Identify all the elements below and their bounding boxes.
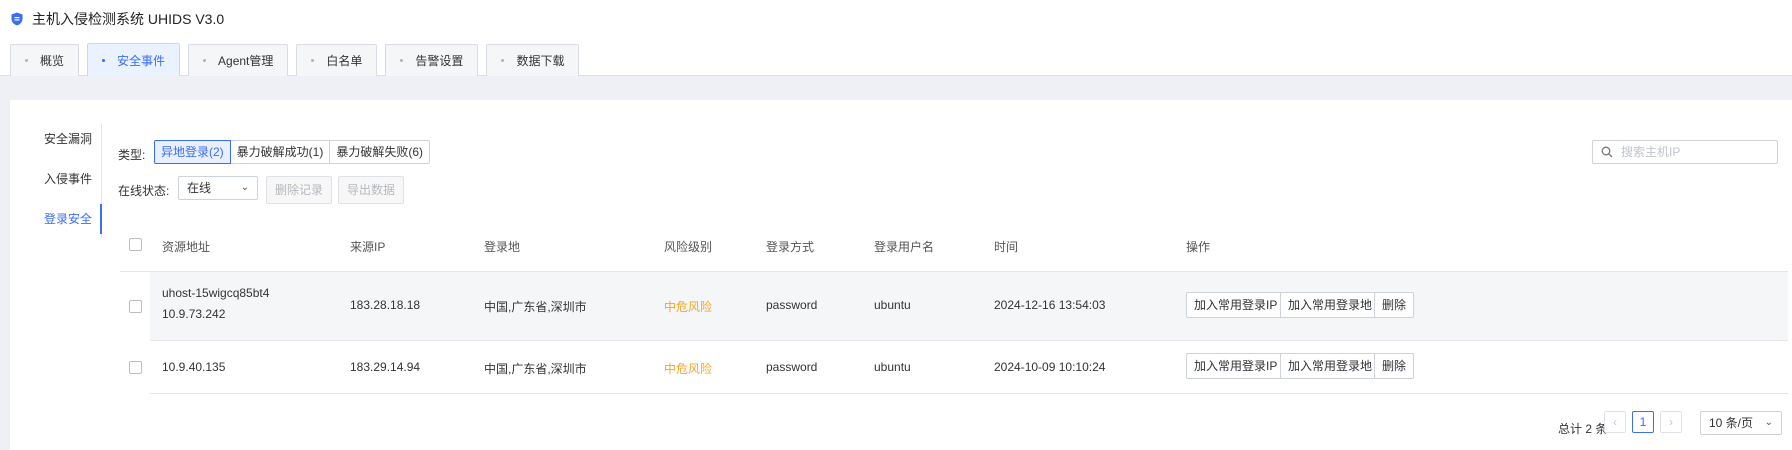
tab-alert-settings[interactable]: 告警设置 [385, 44, 479, 76]
status-filter-label: 在线状态: [118, 184, 170, 198]
tab-security-events[interactable]: 安全事件 [87, 43, 181, 76]
page-size-value: 10 条/页 [1709, 416, 1754, 430]
export-data-button[interactable]: 导出数据 [338, 176, 405, 204]
table-row: uhost-15wigcq85bt4 10.9.73.242 183.28.18… [150, 272, 1788, 341]
content-panel: 安全漏洞 入侵事件 登录安全 类型: 异地登录(2) 暴力破解成功(1) 暴力破… [10, 100, 1792, 450]
login-location: 中国,广东省,深圳市 [484, 300, 587, 314]
add-common-location-button[interactable]: 加入常用登录地 [1280, 292, 1381, 318]
chevron-down-icon: ⌄ [240, 182, 249, 193]
column-header-method: 登录方式 [766, 240, 815, 254]
status-select[interactable]: 在线 ⌄ [178, 176, 258, 200]
next-page-button[interactable]: › [1660, 411, 1682, 433]
type-filter-label: 类型: [118, 148, 146, 162]
tab-label: 白名单 [326, 54, 363, 68]
table-header: 资源地址 来源IP 登录地 风险级别 登录方式 登录用户名 时间 操作 [120, 218, 1788, 272]
tab-agent-management[interactable]: Agent管理 [188, 44, 289, 76]
sidenav-item-vulnerabilities[interactable]: 安全漏洞 [10, 124, 102, 154]
risk-level: 中危风险 [664, 300, 713, 314]
column-header-username: 登录用户名 [874, 240, 935, 254]
column-header-actions: 操作 [1186, 240, 1211, 254]
add-common-ip-button[interactable]: 加入常用登录IP [1186, 353, 1286, 379]
prev-page-button[interactable]: ‹ [1604, 411, 1626, 433]
source-ip: 183.28.18.18 [350, 298, 421, 312]
tab-label: 安全事件 [117, 53, 166, 68]
login-username: ubuntu [874, 360, 911, 374]
table-row: 10.9.40.135 183.29.14.94 中国,广东省,深圳市 中危风险… [150, 341, 1788, 394]
side-nav: 安全漏洞 入侵事件 登录安全 [10, 124, 102, 238]
type-option-bruteforce-success[interactable]: 暴力破解成功(1) [229, 140, 331, 164]
resource-ip: 10.9.73.242 [162, 307, 226, 321]
resource-ip: 10.9.40.135 [162, 360, 226, 374]
column-header-resource: 资源地址 [162, 240, 211, 254]
app-title: 主机入侵检测系统 UHIDS V3.0 [10, 10, 224, 28]
tab-label: Agent管理 [218, 54, 274, 68]
row-checkbox[interactable] [129, 300, 142, 313]
column-header-risk: 风险级别 [664, 240, 713, 254]
tab-overview[interactable]: 概览 [10, 44, 80, 76]
source-ip: 183.29.14.94 [350, 360, 421, 374]
type-filter-group: 异地登录(2) 暴力破解成功(1) 暴力破解失败(6) [154, 140, 431, 164]
resource-name: uhost-15wigcq85bt4 [162, 286, 270, 300]
pagination-total: 总计 2 条 [1558, 422, 1608, 436]
tab-dot-icon [311, 59, 315, 62]
login-method: password [766, 298, 818, 312]
chevron-down-icon: ⌄ [1764, 417, 1773, 428]
tab-dot-icon [102, 58, 106, 62]
top-bar: 主机入侵检测系统 UHIDS V3.0 概览 安全事件 Agent管理 白名单 … [0, 0, 1792, 76]
tab-label: 概览 [40, 54, 65, 68]
type-option-remote-login[interactable]: 异地登录(2) [154, 140, 231, 164]
tab-whitelist[interactable]: 白名单 [296, 44, 378, 76]
column-header-source-ip: 来源IP [350, 240, 386, 254]
search-input[interactable] [1621, 143, 1771, 161]
login-method: password [766, 360, 818, 374]
page-number-button[interactable]: 1 [1632, 411, 1654, 433]
shield-icon [11, 12, 23, 26]
column-header-time: 时间 [994, 240, 1019, 254]
delete-records-button[interactable]: 删除记录 [266, 176, 333, 204]
login-username: ubuntu [874, 298, 911, 312]
add-common-ip-button[interactable]: 加入常用登录IP [1186, 292, 1286, 318]
main-tabs: 概览 安全事件 Agent管理 白名单 告警设置 数据下载 [10, 43, 587, 76]
tab-dot-icon [501, 59, 505, 62]
tab-dot-icon [25, 59, 28, 62]
tab-label: 数据下载 [516, 54, 565, 68]
page-size-select[interactable]: 10 条/页 ⌄ [1700, 411, 1782, 435]
risk-level: 中危风险 [664, 362, 713, 376]
search-box [1592, 140, 1778, 164]
search-icon [1601, 146, 1613, 158]
tab-label: 告警设置 [415, 54, 464, 68]
app-title-text: 主机入侵检测系统 UHIDS V3.0 [32, 11, 225, 27]
column-header-location: 登录地 [484, 240, 521, 254]
sidenav-item-login-security[interactable]: 登录安全 [10, 204, 102, 234]
row-checkbox[interactable] [129, 361, 142, 374]
delete-row-button[interactable]: 删除 [1374, 353, 1415, 379]
sidenav-item-intrusion-events[interactable]: 入侵事件 [10, 164, 102, 194]
tab-dot-icon [400, 59, 404, 62]
add-common-location-button[interactable]: 加入常用登录地 [1280, 353, 1381, 379]
login-location: 中国,广东省,深圳市 [484, 362, 587, 376]
tab-dot-icon [203, 59, 207, 62]
login-time: 2024-12-16 13:54:03 [994, 298, 1106, 312]
status-select-value: 在线 [187, 181, 212, 195]
select-all-checkbox[interactable] [129, 238, 142, 251]
type-option-bruteforce-failure[interactable]: 暴力破解失败(6) [329, 140, 431, 164]
tab-data-download[interactable]: 数据下载 [486, 44, 580, 76]
login-time: 2024-10-09 10:10:24 [994, 360, 1106, 374]
delete-row-button[interactable]: 删除 [1374, 292, 1415, 318]
